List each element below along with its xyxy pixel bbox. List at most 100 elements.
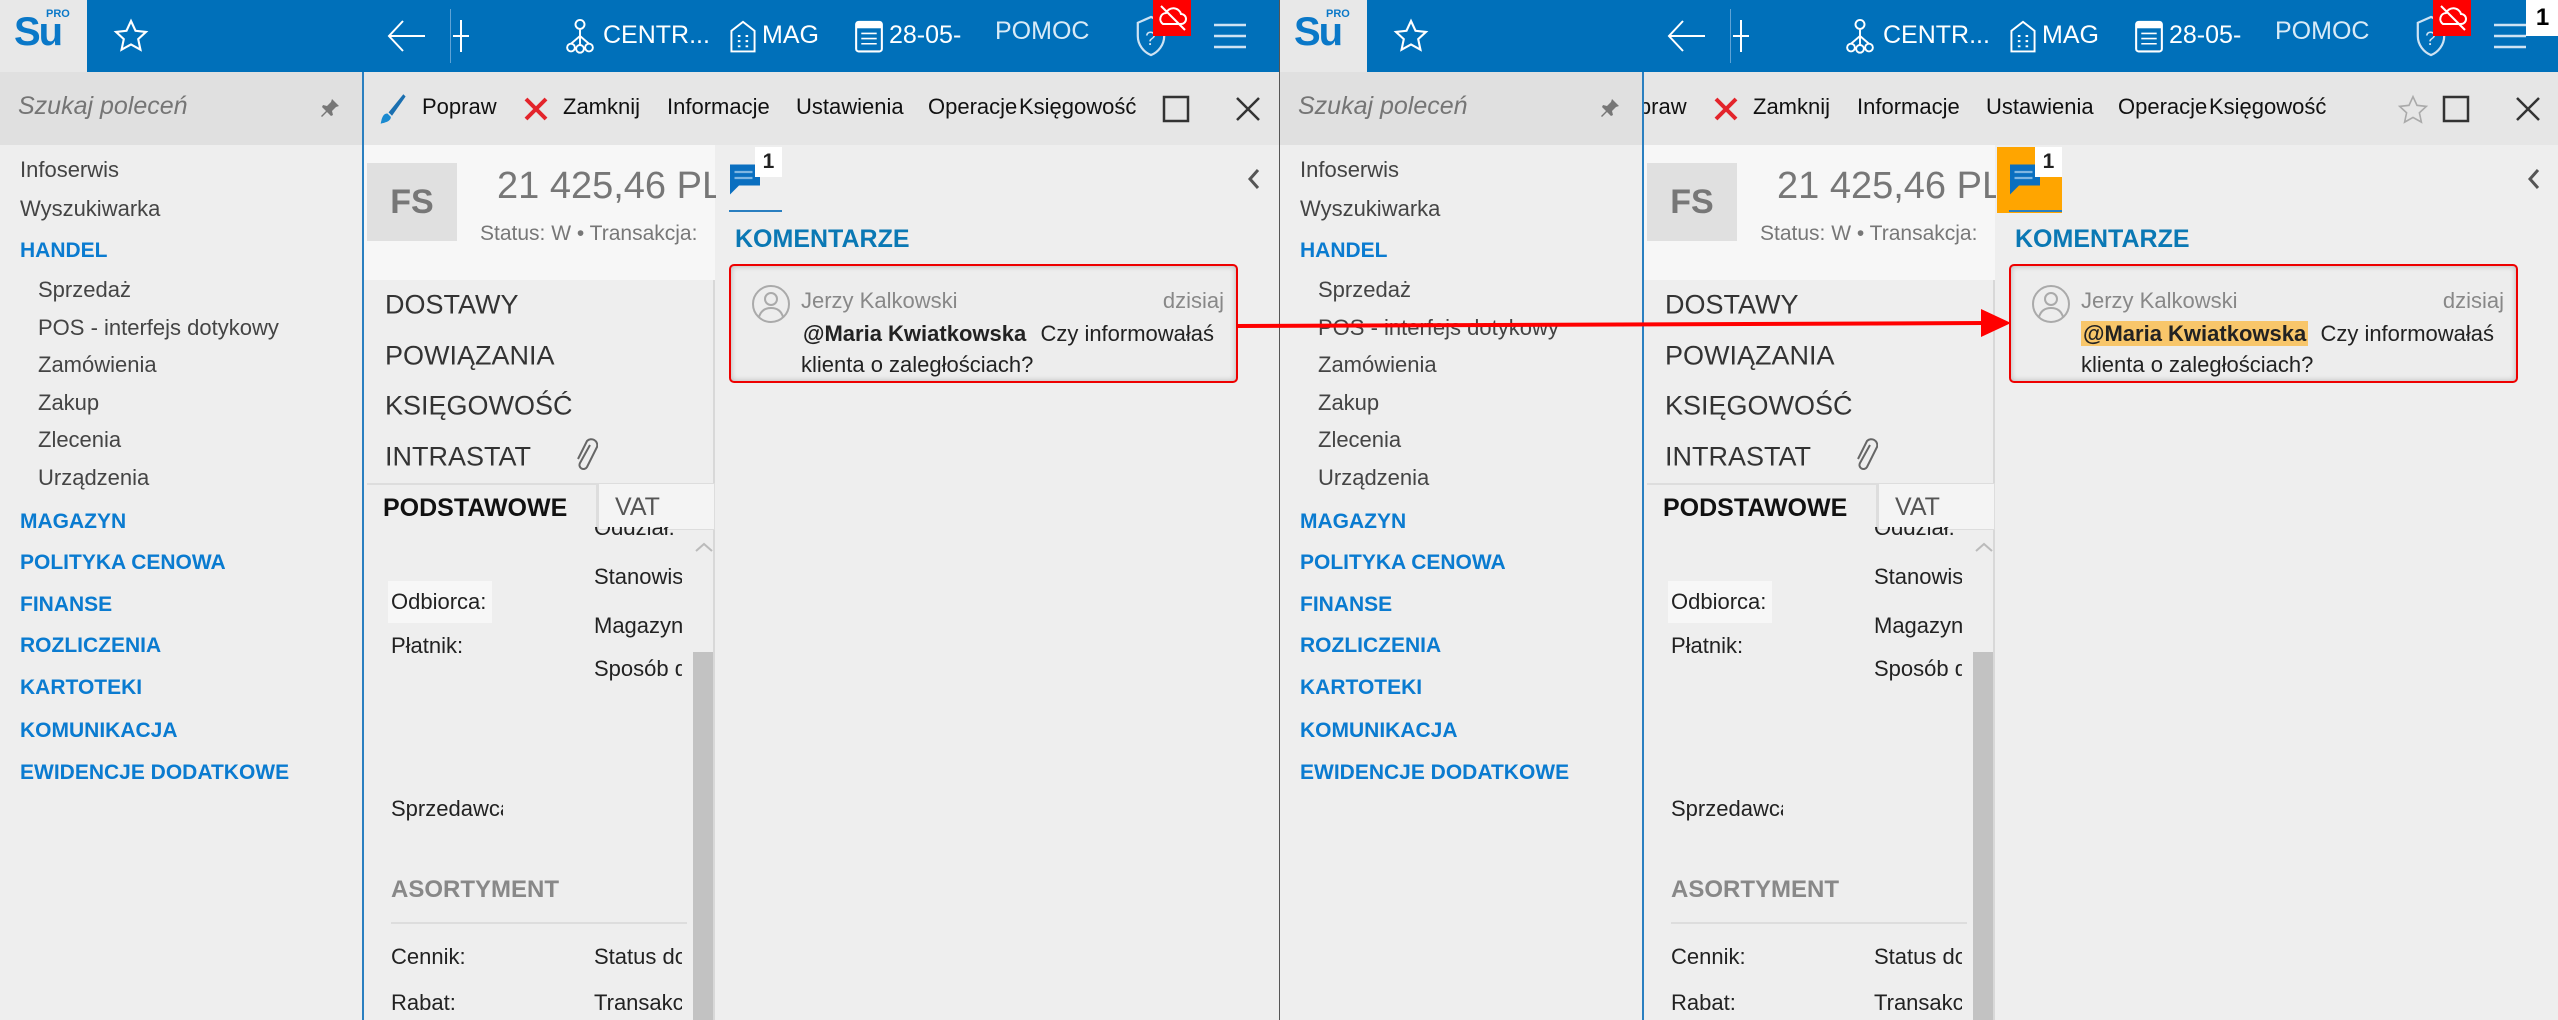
- star-icon[interactable]: [113, 18, 149, 54]
- sidebar-group-polityka-cenowa[interactable]: POLITYKA CENOWA: [20, 551, 226, 575]
- section-ksiegowosc[interactable]: KSIĘGOWOŚĆ: [385, 391, 573, 422]
- close-document-button[interactable]: Zamknij: [563, 94, 640, 120]
- close-window-icon[interactable]: [1234, 95, 1262, 123]
- collapse-chevron-icon[interactable]: [1246, 167, 1262, 191]
- sidebar-item-sprzedaz[interactable]: Sprzedaż: [38, 277, 131, 303]
- sidebar-item-sprzedaz[interactable]: Sprzedaż: [1318, 277, 1411, 303]
- notification-count-badge[interactable]: 1: [2526, 0, 2558, 36]
- section-dostawy[interactable]: DOSTAWY: [1665, 290, 1799, 321]
- close-red-x-icon[interactable]: [523, 96, 549, 122]
- date-selector[interactable]: 28-05-: [889, 21, 961, 50]
- command-search-input[interactable]: [18, 92, 308, 121]
- sidebar-group-finanse[interactable]: FINANSE: [20, 593, 112, 617]
- scroll-up-chevron-icon[interactable]: [694, 541, 714, 553]
- sidebar-group-magazyn[interactable]: MAGAZYN: [1300, 510, 1406, 534]
- sidebar-item-urzadzenia[interactable]: Urządzenia: [1318, 465, 1429, 491]
- info-menu[interactable]: Informacje: [1857, 94, 1960, 120]
- hamburger-menu-icon[interactable]: [2492, 22, 2528, 50]
- paperclip-icon[interactable]: [574, 437, 598, 473]
- sidebar-item-wyszukiwarka[interactable]: Wyszukiwarka: [20, 196, 160, 222]
- paperclip-icon[interactable]: [1854, 437, 1878, 473]
- brush-icon[interactable]: [378, 92, 406, 126]
- logo[interactable]: Su PRO: [1280, 0, 1367, 72]
- user-mention[interactable]: @Maria Kwiatkowska: [2081, 321, 2309, 346]
- section-ksiegowosc[interactable]: KSIĘGOWOŚĆ: [1665, 391, 1853, 422]
- company-structure-icon[interactable]: [563, 18, 597, 54]
- tab-vat[interactable]: VAT: [1878, 483, 1995, 530]
- info-menu[interactable]: Informacje: [667, 94, 770, 120]
- accounting-menu[interactable]: Księgowość: [1019, 94, 1136, 120]
- calendar-icon[interactable]: [2132, 18, 2166, 54]
- logo[interactable]: Su PRO: [0, 0, 87, 72]
- collapse-chevron-icon[interactable]: [2526, 167, 2542, 191]
- back-arrow-icon[interactable]: [1665, 16, 1709, 56]
- hamburger-menu-icon[interactable]: [1212, 22, 1248, 50]
- sidebar-item-urzadzenia[interactable]: Urządzenia: [38, 465, 149, 491]
- company-selector[interactable]: CENTR...: [603, 21, 710, 50]
- sidebar-group-handel[interactable]: HANDEL: [20, 239, 108, 263]
- user-mention[interactable]: @Maria Kwiatkowska: [801, 321, 1028, 346]
- favorite-star-icon[interactable]: [2397, 94, 2429, 126]
- sidebar-item-pos[interactable]: POS - interfejs dotykowy: [38, 315, 279, 341]
- company-structure-icon[interactable]: [1843, 18, 1877, 54]
- sidebar-group-rozliczenia[interactable]: ROZLICZENIA: [1300, 634, 1441, 658]
- section-dostawy[interactable]: DOSTAWY: [385, 290, 519, 321]
- comments-tab[interactable]: 1: [717, 147, 782, 213]
- tab-vat[interactable]: VAT: [598, 483, 715, 530]
- sidebar-group-ewidencje[interactable]: EWIDENCJE DODATKOWE: [1300, 761, 1569, 785]
- sidebar-item-infoserwis[interactable]: Infoserwis: [1300, 157, 1399, 183]
- comment-card[interactable]: Jerzy Kalkowski dzisiaj @Maria Kwiatkows…: [729, 264, 1238, 383]
- section-intrastat[interactable]: INTRASTAT: [1665, 442, 1811, 473]
- date-selector[interactable]: 28-05-: [2169, 21, 2241, 50]
- offline-indicator[interactable]: [2433, 0, 2471, 36]
- sidebar-group-finanse[interactable]: FINANSE: [1300, 593, 1392, 617]
- pin-icon[interactable]: [1598, 96, 1622, 120]
- sidebar-group-rozliczenia[interactable]: ROZLICZENIA: [20, 634, 161, 658]
- close-window-icon[interactable]: [2514, 95, 2542, 123]
- help-link[interactable]: POMOC: [2275, 17, 2369, 46]
- sidebar-item-zlecenia[interactable]: Zlecenia: [38, 427, 121, 453]
- warehouse-selector[interactable]: MAG: [762, 21, 819, 50]
- form-scrollbar[interactable]: [693, 652, 713, 1020]
- settings-menu[interactable]: Ustawienia: [1986, 94, 2094, 120]
- pin-icon[interactable]: [318, 96, 342, 120]
- edit-button[interactable]: Popraw: [422, 94, 497, 120]
- sidebar-group-handel[interactable]: HANDEL: [1300, 239, 1388, 263]
- plus-icon[interactable]: [1732, 18, 1750, 54]
- sidebar-item-zamowienia[interactable]: Zamówienia: [1318, 352, 1437, 378]
- help-link[interactable]: POMOC: [995, 17, 1089, 46]
- sidebar-item-wyszukiwarka[interactable]: Wyszukiwarka: [1300, 196, 1440, 222]
- maximize-icon[interactable]: [1162, 95, 1190, 123]
- sidebar-item-zlecenia[interactable]: Zlecenia: [1318, 427, 1401, 453]
- tab-podstawowe[interactable]: PODSTAWOWE: [1647, 483, 1878, 530]
- sidebar-group-kartoteki[interactable]: KARTOTEKI: [20, 676, 142, 700]
- sidebar-item-zakup[interactable]: Zakup: [1318, 390, 1379, 416]
- settings-menu[interactable]: Ustawienia: [796, 94, 904, 120]
- company-selector[interactable]: CENTR...: [1883, 21, 1990, 50]
- close-document-button[interactable]: Zamknij: [1753, 94, 1830, 120]
- tab-podstawowe[interactable]: PODSTAWOWE: [367, 483, 598, 530]
- sidebar-group-polityka-cenowa[interactable]: POLITYKA CENOWA: [1300, 551, 1506, 575]
- accounting-menu[interactable]: Księgowość: [2209, 94, 2326, 120]
- close-red-x-icon[interactable]: [1713, 96, 1739, 122]
- sidebar-group-komunikacja[interactable]: KOMUNIKACJA: [20, 719, 178, 743]
- scroll-up-chevron-icon[interactable]: [1974, 541, 1994, 553]
- offline-indicator[interactable]: [1153, 0, 1191, 36]
- form-scrollbar[interactable]: [1973, 652, 1993, 1020]
- sidebar-item-pos[interactable]: POS - interfejs dotykowy: [1318, 315, 1559, 341]
- warehouse-selector[interactable]: MAG: [2042, 21, 2099, 50]
- section-intrastat[interactable]: INTRASTAT: [385, 442, 531, 473]
- edit-button[interactable]: Popraw: [1644, 94, 1687, 120]
- star-icon[interactable]: [1393, 18, 1429, 54]
- warehouse-icon[interactable]: [2006, 18, 2040, 54]
- sidebar-group-komunikacja[interactable]: KOMUNIKACJA: [1300, 719, 1458, 743]
- sidebar-item-infoserwis[interactable]: Infoserwis: [20, 157, 119, 183]
- section-powiazania[interactable]: POWIĄZANIA: [385, 341, 555, 372]
- plus-icon[interactable]: [452, 18, 470, 54]
- comments-tab[interactable]: 1: [1997, 147, 2062, 213]
- sidebar-group-magazyn[interactable]: MAGAZYN: [20, 510, 126, 534]
- command-search-input[interactable]: [1298, 92, 1588, 121]
- calendar-icon[interactable]: [852, 18, 886, 54]
- section-powiazania[interactable]: POWIĄZANIA: [1665, 341, 1835, 372]
- back-arrow-icon[interactable]: [385, 16, 429, 56]
